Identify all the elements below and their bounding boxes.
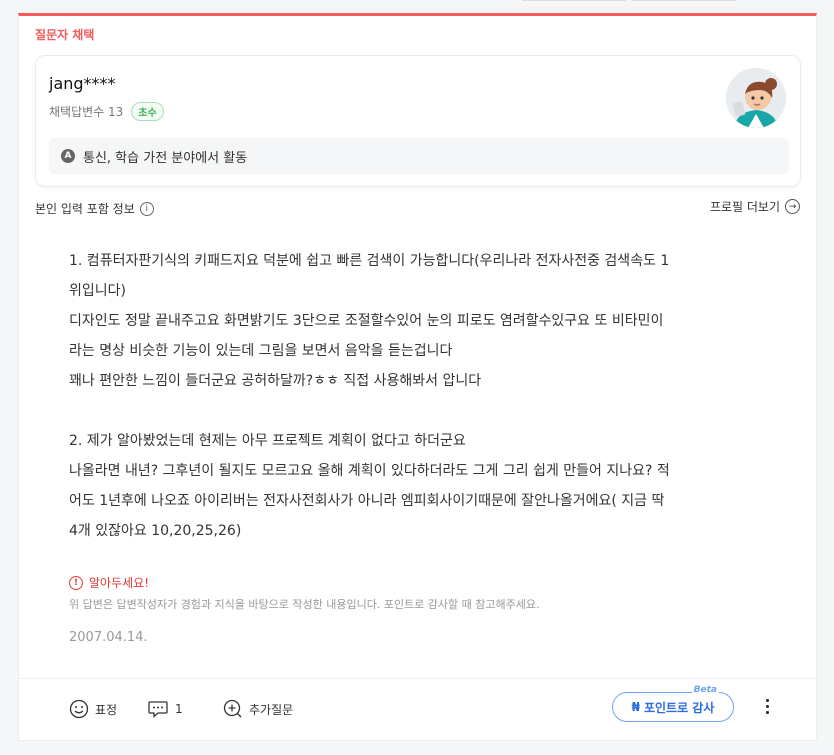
more-options-icon[interactable] (764, 697, 770, 715)
answer-line: 라는 명상 비슷한 기능이 있는데 그림을 보면서 음악을 듣는겁니다 (69, 343, 453, 359)
adopted-count: 채택답변수 13 (49, 105, 124, 119)
level-badge: 초수 (131, 102, 164, 121)
self-input-info-label: 본인 입력 포함 정보 (35, 202, 135, 216)
plus-circle-icon (223, 699, 242, 718)
beta-badge: Beta (691, 685, 719, 695)
avatar[interactable] (726, 68, 786, 128)
exclamation-circle-icon: ! (69, 575, 83, 590)
answer-card: 질문자 채택 jang**** 채택답변수 13 초수 A 통신, 학습 가전 (18, 13, 817, 741)
answerer-meta: 채택답변수 13 초수 (49, 102, 164, 121)
profile-more-label[interactable]: 프로필 더보기 (710, 198, 780, 215)
point-thanks-button[interactable]: Beta ₦ 포인트로 감사 (612, 685, 734, 722)
answer-blank-line (69, 396, 769, 426)
info-icon[interactable]: i (139, 201, 154, 216)
answer-line: 나올라면 내년? 그후년이 될지도 모르고요 올해 계획이 있다하더라도 그게 … (69, 463, 670, 479)
reaction-button[interactable]: 표정 (69, 699, 117, 719)
self-input-info: 본인 입력 포함 정보 i (35, 200, 154, 217)
notice-title: 알아두세요! (89, 576, 150, 590)
activity-field: A 통신, 학습 가전 분야에서 활동 (49, 138, 789, 174)
answerer-username[interactable]: jang**** (49, 74, 116, 93)
answer-line: 디자인도 정말 끝내주고요 화면밝기도 3단으로 조절할수있어 눈의 피로도 염… (69, 313, 664, 329)
answer-line: 어도 1년후에 나오죠 아이리버는 전자사전회사가 아니라 엠피회사이기때문에 … (69, 493, 665, 509)
answer-line: 꽤나 편안한 느낌이 들더군요 공허하달까?ㅎㅎ 직접 사용해봐서 압니다 (69, 373, 482, 389)
followup-question-button[interactable]: 추가질문 (223, 699, 293, 719)
comment-count: 1 (175, 702, 183, 716)
comment-button[interactable]: 1 (147, 699, 183, 719)
a-circle-icon: A (61, 149, 75, 163)
arrow-right-icon: → (785, 199, 800, 214)
answer-body: 1. 컴퓨터자판기식의 키패드지요 덕분에 쉽고 빠른 검색이 가능합니다(우리… (69, 246, 769, 546)
action-bar: 표정 1 추가질문 Beta ₦ 포인트로 감사 (19, 678, 816, 741)
top-tab-edge (522, 0, 626, 1)
avatar-illustration (726, 68, 786, 128)
point-thanks-label: 포인트로 감사 (643, 700, 715, 715)
notice-box: ! 알아두세요! 위 답변은 답변작성자가 경험과 지식을 바탕으로 작성한 내… (69, 574, 540, 612)
profile-more-link[interactable]: 프로필 더보기 → (710, 198, 800, 215)
answerer-profile: jang**** 채택답변수 13 초수 A 통신, 학습 가전 분야에서 활동 (35, 55, 801, 187)
notice-description: 위 답변은 답변작성자가 경험과 지식을 바탕으로 작성한 내용입니다. 포인트… (69, 598, 540, 611)
answer-line: 4개 있잖아요 10,20,25,26) (69, 523, 242, 539)
reaction-label: 표정 (95, 702, 118, 717)
comment-icon (148, 701, 168, 718)
won-icon: ₦ (631, 700, 640, 714)
activity-field-text: 통신, 학습 가전 분야에서 활동 (83, 150, 248, 166)
answer-line: 2. 제가 알아봤었는데 현제는 아무 프로젝트 계획이 없다고 하더군요 (69, 433, 466, 449)
answer-line: 1. 컴퓨터자판기식의 키패드지요 덕분에 쉽고 빠른 검색이 가능합니다(우리… (69, 253, 670, 269)
top-tab-edge (632, 0, 736, 1)
smile-icon (69, 699, 89, 719)
adopted-label: 질문자 채택 (35, 28, 95, 42)
notice-title-row: ! 알아두세요! (69, 574, 540, 591)
answer-line: 위입니다) (69, 283, 126, 299)
followup-label: 추가질문 (249, 702, 294, 717)
answer-date: 2007.04.14. (69, 630, 148, 645)
